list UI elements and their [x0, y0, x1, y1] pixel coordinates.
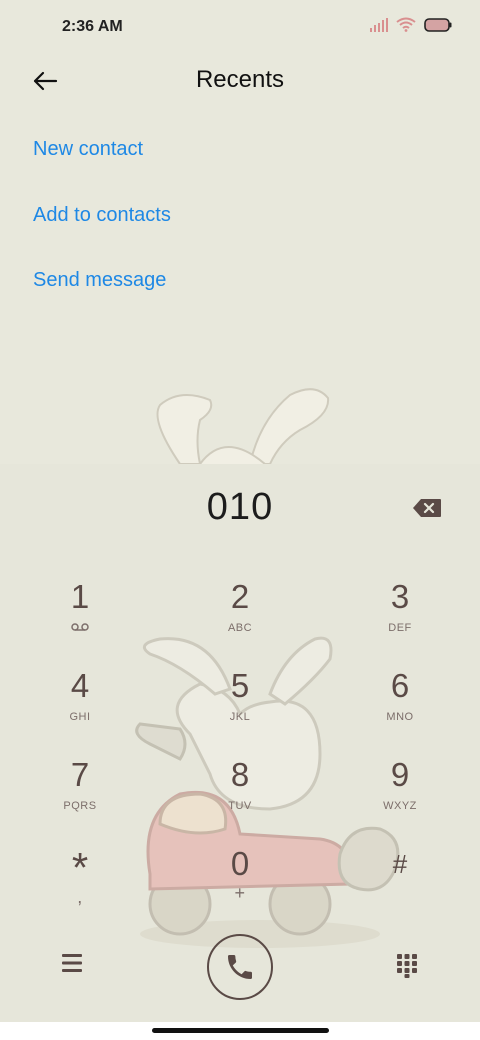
- key-0-sub: +: [234, 883, 246, 903]
- bunny-ears-illustration: [156, 388, 330, 465]
- voicemail-icon: [71, 623, 89, 631]
- key-1[interactable]: 1: [20, 578, 140, 656]
- key-6[interactable]: 6 MNO: [340, 667, 460, 745]
- key-hash[interactable]: #: [340, 845, 460, 923]
- key-2-digit: 2: [230, 578, 250, 615]
- key-0[interactable]: 0 +: [180, 845, 300, 923]
- new-contact-link[interactable]: New contact: [33, 138, 143, 161]
- status-bar: 2:36 AM: [0, 0, 480, 56]
- key-3-digit: 3: [390, 578, 410, 615]
- key-6-digit: 6: [390, 667, 410, 704]
- backspace-icon[interactable]: [412, 498, 442, 518]
- battery-icon: [424, 17, 452, 32]
- key-9-letters: WXYZ: [383, 800, 417, 812]
- key-8[interactable]: 8 TUV: [180, 756, 300, 834]
- key-5[interactable]: 5 JKL: [180, 667, 300, 745]
- add-to-contacts-link[interactable]: Add to contacts: [33, 204, 171, 227]
- key-4-digit: 4: [70, 667, 90, 704]
- call-button[interactable]: [207, 934, 273, 1000]
- key-8-letters: TUV: [228, 800, 252, 812]
- key-6-letters: MNO: [386, 711, 414, 723]
- key-1-sub: [20, 622, 140, 636]
- header: Recents: [0, 56, 480, 108]
- home-indicator[interactable]: [152, 1028, 329, 1033]
- send-message-link[interactable]: Send message: [33, 269, 166, 292]
- key-3-letters: DEF: [388, 622, 412, 634]
- key-7[interactable]: 7 PQRS: [20, 756, 140, 834]
- key-5-letters: JKL: [229, 711, 251, 723]
- dialed-number-display[interactable]: 010: [0, 486, 480, 529]
- key-9[interactable]: 9 WXYZ: [340, 756, 460, 834]
- dialer-panel: 010 1 2 ABC 3 DEF 4 GHI 5 JKL 6 MNO 7 PQ…: [0, 464, 480, 1022]
- key-8-digit: 8: [230, 756, 250, 793]
- signal-icon: [370, 17, 388, 32]
- key-star-digit: *: [71, 844, 89, 891]
- status-icons: [370, 17, 452, 32]
- key-5-digit: 5: [230, 667, 250, 704]
- key-star[interactable]: * ,: [20, 845, 140, 923]
- key-4-letters: GHI: [69, 711, 91, 723]
- key-hash-digit: #: [392, 849, 408, 879]
- key-7-digit: 7: [70, 756, 90, 793]
- key-0-digit: 0: [230, 845, 250, 882]
- phone-icon: [228, 955, 252, 979]
- system-nav-bar: [0, 1022, 480, 1040]
- status-time: 2:36 AM: [62, 18, 123, 35]
- key-hash-sub: [340, 889, 460, 903]
- key-2[interactable]: 2 ABC: [180, 578, 300, 656]
- wifi-icon: [396, 17, 416, 32]
- dialpad-icon[interactable]: [396, 953, 418, 979]
- key-7-letters: PQRS: [63, 800, 97, 812]
- key-1-digit: 1: [70, 578, 90, 615]
- key-9-digit: 9: [390, 756, 410, 793]
- menu-icon[interactable]: [60, 952, 86, 974]
- key-4[interactable]: 4 GHI: [20, 667, 140, 745]
- key-2-letters: ABC: [227, 622, 253, 634]
- page-title: Recents: [195, 66, 285, 93]
- key-3[interactable]: 3 DEF: [340, 578, 460, 656]
- key-star-sub: ,: [77, 887, 83, 907]
